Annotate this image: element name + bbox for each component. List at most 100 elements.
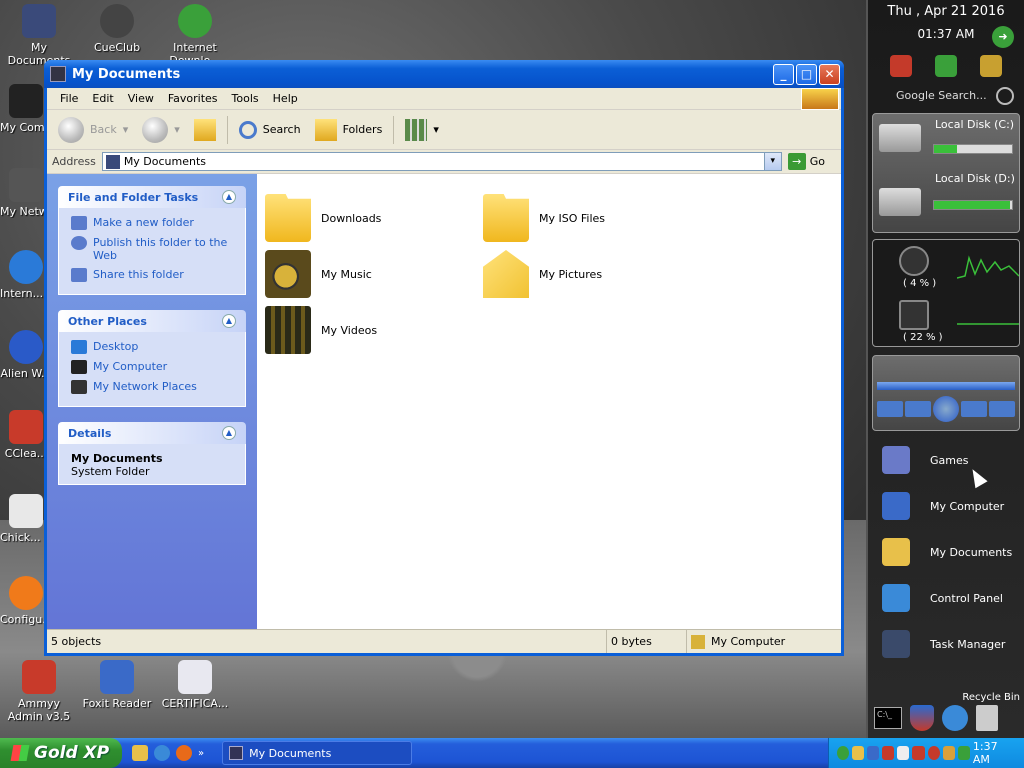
views-dropdown-icon[interactable]: ▾ — [433, 123, 439, 136]
details-type: System Folder — [71, 465, 150, 478]
launcher-my-computer[interactable]: My Computer — [868, 483, 1024, 529]
fast-forward-icon[interactable] — [961, 401, 987, 417]
go-button[interactable]: → Go — [787, 153, 825, 170]
network-icon[interactable] — [852, 746, 865, 760]
desktop-icon-my-documents[interactable]: My Documents — [0, 4, 78, 67]
menu-file[interactable]: File — [53, 92, 85, 105]
collapse-chevron-icon[interactable]: ▲ — [222, 314, 236, 328]
restart-icon[interactable] — [934, 55, 957, 77]
ram-graph — [957, 323, 1019, 325]
place-desktop[interactable]: Desktop — [71, 340, 233, 354]
play-icon[interactable] — [933, 396, 959, 422]
quick-launch-more-icon[interactable]: » — [198, 748, 204, 759]
forward-dropdown-icon[interactable]: ▾ — [174, 123, 180, 136]
connection-icon[interactable] — [957, 746, 970, 760]
address-bar: Address My Documents ▾ → Go — [47, 150, 841, 174]
quick-launch: » — [122, 745, 214, 761]
cpu-graph — [957, 255, 1019, 279]
blocked-icon[interactable] — [927, 746, 940, 760]
rewind-icon[interactable] — [905, 401, 931, 417]
other-places-panel: Other Places ▲ Desktop My Computer My Net… — [58, 310, 246, 407]
file-item-downloads[interactable]: Downloads — [265, 194, 381, 242]
network-globe-icon[interactable] — [942, 705, 968, 731]
file-item-my-pictures[interactable]: My Pictures — [483, 250, 602, 298]
views-icon — [405, 118, 428, 141]
place-network[interactable]: My Network Places — [71, 380, 233, 394]
place-my-computer[interactable]: My Computer — [71, 360, 233, 374]
security-icon[interactable] — [912, 746, 925, 760]
internet-explorer-icon[interactable] — [154, 745, 170, 761]
taskbar-item-my-documents[interactable]: My Documents — [222, 741, 413, 765]
folders-button[interactable]: Folders — [310, 116, 388, 144]
file-item-my-music[interactable]: My Music — [265, 250, 372, 298]
task-share-folder[interactable]: Share this folder — [71, 268, 233, 282]
firefox-icon[interactable] — [176, 745, 192, 761]
stop-icon[interactable] — [877, 401, 903, 417]
google-search-input[interactable]: Google Search... — [874, 85, 1018, 105]
desktop-icon-ammyy-admin[interactable]: Ammyy Admin v3.5 — [0, 660, 78, 723]
forward-button[interactable]: ▾ — [137, 114, 185, 146]
taskbar-clock[interactable]: 1:37 AM — [973, 740, 1012, 766]
volume-icon[interactable] — [897, 746, 910, 760]
desktop-icon-cueclub[interactable]: CueClub — [78, 4, 156, 54]
search-button[interactable]: Search — [234, 118, 306, 142]
menu-help[interactable]: Help — [266, 92, 305, 105]
launcher-control-panel[interactable]: Control Panel — [868, 575, 1024, 621]
address-dropdown-icon[interactable]: ▾ — [763, 153, 781, 170]
utorrent-icon[interactable] — [837, 746, 850, 760]
back-button[interactable]: Back ▾ — [53, 114, 133, 146]
folder-icon — [483, 194, 529, 242]
menu-view[interactable]: View — [121, 92, 161, 105]
task-make-folder[interactable]: Make a new folder — [71, 216, 233, 230]
menu-tools[interactable]: Tools — [225, 92, 266, 105]
minimize-button[interactable]: _ — [773, 63, 794, 85]
next-arrow-icon[interactable]: ➜ — [992, 26, 1014, 48]
panel-header[interactable]: File and Folder Tasks ▲ — [58, 186, 246, 208]
title-bar[interactable]: My Documents _ □ ✕ — [44, 60, 844, 88]
desktop-icon-certificate[interactable]: CERTIFICA... — [156, 660, 234, 710]
start-button[interactable]: Gold XP — [0, 738, 122, 768]
launcher-games[interactable]: Games — [868, 437, 1024, 483]
details-name: My Documents — [71, 452, 163, 465]
launcher-my-documents[interactable]: My Documents — [868, 529, 1024, 575]
address-input[interactable]: My Documents ▾ — [101, 152, 782, 171]
games-icon — [882, 446, 910, 474]
file-item-my-iso-files[interactable]: My ISO Files — [483, 194, 605, 242]
panel-header[interactable]: Details ▲ — [58, 422, 246, 444]
window-title: My Documents — [72, 66, 181, 82]
command-prompt-icon[interactable]: C:\_ — [874, 707, 902, 729]
antivirus-icon[interactable] — [882, 746, 895, 760]
maximize-button[interactable]: □ — [796, 63, 817, 85]
menu-edit[interactable]: Edit — [85, 92, 120, 105]
settings-icon[interactable] — [942, 746, 955, 760]
folder-icon — [882, 538, 910, 566]
file-item-my-videos[interactable]: My Videos — [265, 306, 377, 354]
up-folder-button[interactable] — [189, 116, 221, 144]
computer-icon — [9, 84, 43, 118]
close-button[interactable]: ✕ — [819, 63, 840, 85]
desktop-icon-internet-download[interactable]: Internet Downlo... — [156, 4, 234, 67]
launcher-task-manager[interactable]: Task Manager — [868, 621, 1024, 667]
collapse-chevron-icon[interactable]: ▲ — [222, 426, 236, 440]
share-folder-icon — [71, 268, 87, 282]
drive-gadget: Local Disk (C:) Local Disk (D:) — [872, 113, 1020, 233]
recycle-bin-icon[interactable] — [976, 705, 998, 731]
desktop-icon-foxit-reader[interactable]: Foxit Reader — [78, 660, 156, 710]
new-folder-icon — [71, 216, 87, 230]
display-icon[interactable] — [867, 746, 880, 760]
ammyy-icon — [22, 660, 56, 694]
shutdown-icon[interactable] — [889, 55, 912, 77]
panel-header[interactable]: Other Places ▲ — [58, 310, 246, 332]
views-button[interactable]: ▾ — [400, 116, 444, 144]
media-progress-bar[interactable] — [877, 382, 1015, 390]
videos-folder-icon — [265, 306, 311, 354]
back-dropdown-icon[interactable]: ▾ — [123, 123, 129, 136]
menu-favorites[interactable]: Favorites — [161, 92, 225, 105]
task-publish-web[interactable]: Publish this folder to the Web — [71, 236, 233, 262]
collapse-chevron-icon[interactable]: ▲ — [222, 190, 236, 204]
folder-icon[interactable] — [132, 745, 148, 761]
logoff-icon[interactable] — [980, 55, 1003, 77]
security-shield-icon[interactable] — [910, 705, 934, 731]
launcher-gadget: Games My Computer My Documents Control P… — [868, 437, 1024, 667]
eject-icon[interactable] — [989, 401, 1015, 417]
